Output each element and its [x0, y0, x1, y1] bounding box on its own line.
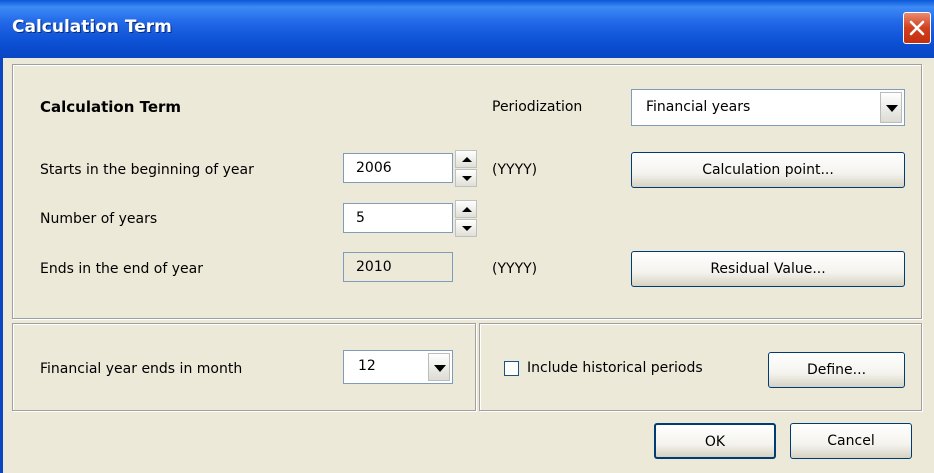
- arrow-up-icon: [462, 207, 472, 212]
- periodization-label: Periodization: [492, 99, 583, 115]
- title-bar: Calculation Term: [0, 0, 934, 58]
- start-year-spinner[interactable]: [455, 150, 477, 187]
- fiscal-month-value: 12: [358, 358, 376, 374]
- calculation-point-button-label: Calculation point...: [702, 162, 834, 178]
- fiscal-month-dropdown-button[interactable]: [428, 353, 450, 381]
- fiscal-month-select[interactable]: 12: [343, 350, 453, 384]
- window-title: Calculation Term: [12, 17, 172, 37]
- periodization-select[interactable]: Financial years: [631, 89, 905, 126]
- residual-value-button-label: Residual Value...: [710, 261, 826, 277]
- arrow-up-icon: [462, 157, 472, 162]
- arrow-down-icon: [462, 226, 472, 231]
- residual-value-button[interactable]: Residual Value...: [631, 251, 905, 287]
- end-year-format-hint: (YYYY): [492, 261, 538, 277]
- periodization-value: Financial years: [646, 99, 751, 115]
- years-label: Number of years: [40, 211, 158, 227]
- arrow-down-icon: [462, 176, 472, 181]
- include-historical-label: Include historical periods: [527, 360, 703, 376]
- start-year-format-hint: (YYYY): [492, 162, 538, 178]
- define-button[interactable]: Define...: [768, 352, 905, 388]
- start-year-input[interactable]: 2006: [343, 153, 453, 183]
- window-border: [0, 58, 3, 473]
- ends-label: Ends in the end of year: [40, 261, 203, 277]
- starts-label: Starts in the beginning of year: [40, 162, 254, 178]
- periodization-dropdown-button[interactable]: [880, 92, 902, 123]
- number-of-years-input[interactable]: 5: [343, 203, 453, 233]
- close-button[interactable]: [903, 12, 931, 44]
- calculation-term-dialog: Calculation Term Calculation Term Period…: [0, 0, 934, 473]
- years-decrement[interactable]: [455, 219, 477, 237]
- years-increment[interactable]: [455, 200, 477, 218]
- ok-button[interactable]: OK: [654, 423, 776, 459]
- define-button-label: Define...: [806, 362, 867, 378]
- chevron-down-icon: [886, 105, 898, 112]
- fiscal-month-label: Financial year ends in month: [40, 361, 243, 377]
- include-historical-checkbox[interactable]: [504, 361, 519, 376]
- calculation-point-button[interactable]: Calculation point...: [631, 152, 905, 188]
- start-year-increment[interactable]: [455, 150, 477, 168]
- chevron-down-icon: [434, 365, 446, 372]
- years-spinner[interactable]: [455, 200, 477, 237]
- cancel-button[interactable]: Cancel: [790, 423, 912, 459]
- cancel-button-label: Cancel: [827, 433, 875, 449]
- close-icon: [909, 20, 925, 36]
- start-year-decrement[interactable]: [455, 169, 477, 187]
- ok-button-label: OK: [704, 434, 726, 450]
- end-year-field: 2010: [343, 252, 453, 282]
- section-heading: Calculation Term: [40, 98, 182, 116]
